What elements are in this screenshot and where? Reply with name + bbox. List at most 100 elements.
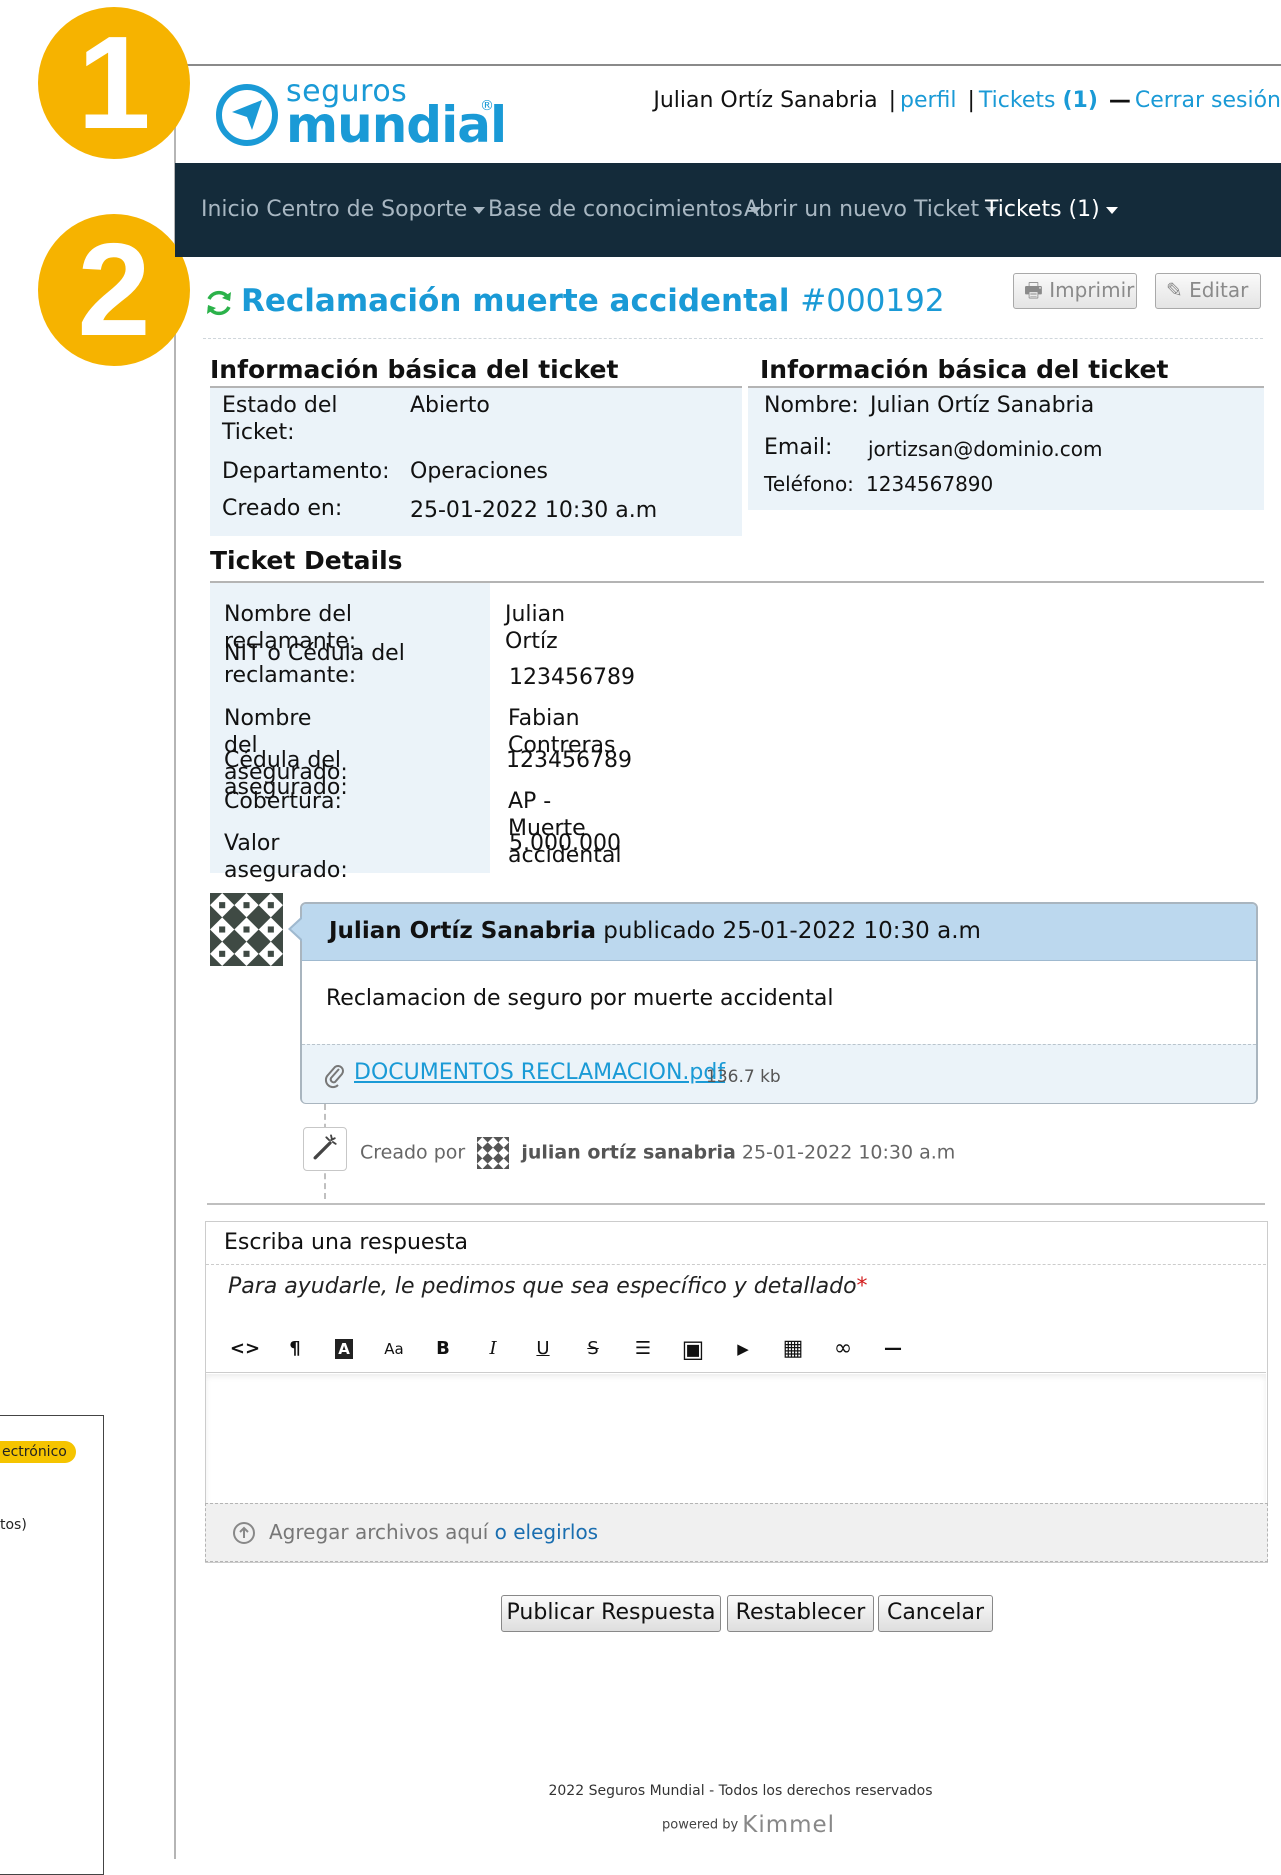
cancel-button[interactable]: Cancelar [878,1595,993,1632]
footer-copyright: 2022 Seguros Mundial - Todos los derecho… [548,1783,933,1799]
footer-powered-by[interactable]: powered by Kimmel [662,1812,835,1838]
print-button[interactable]: 🖶 Imprimir [1013,273,1137,309]
nav-item-new-ticket[interactable]: Abrir un nuevo Ticket [744,197,998,222]
code-view-icon[interactable]: <> [228,1334,262,1364]
image-icon[interactable]: ▣ [676,1334,710,1364]
left-panel-frame [0,1415,104,1875]
post-author: Julian Ortíz Sanabria [329,918,596,944]
upload-icon [233,1522,255,1544]
ticket-details-heading: Ticket Details [210,546,403,575]
editor-toolbar: <> ¶ A Aa B I U S ☰ ▣ ▶ ▦ ∞ — [206,1326,1266,1373]
edit-button[interactable]: ✎ Editar [1155,273,1261,309]
field-label: Teléfono: [764,472,854,496]
horizontal-rule-icon[interactable]: — [876,1334,910,1364]
event-user: julian ortíz sanabria [521,1141,736,1164]
field-label: Cobertura: [224,789,342,814]
field-label: Email: [764,435,833,460]
bold-icon[interactable]: B [426,1334,460,1364]
brand-logo[interactable]: seguros mundial ® [214,74,514,154]
post-attachments: DOCUMENTOS RECLAMACION.pdf 136.7 kb [302,1044,1256,1103]
nav-item-label: Tickets (1) [985,197,1100,222]
main-navbar: Inicio Centro de Soporte Base de conocim… [175,163,1281,257]
post-body: Reclamacion de seguro por muerte acciden… [326,986,834,1011]
contact-info-heading: Información básica del ticket [760,355,1169,384]
contact-name-value: Julian Ortíz Sanabria [870,393,1095,418]
required-marker: * [856,1274,868,1299]
nav-item-tickets[interactable]: Tickets (1) [985,197,1118,222]
ticket-number: #000192 [800,283,945,319]
ticket-title-text: Reclamación muerte accidental [241,283,790,319]
field-label: NIT o Cédula del reclamante: [224,641,405,688]
nav-item-label: Abrir un nuevo Ticket [744,197,980,222]
video-icon[interactable]: ▶ [726,1334,760,1364]
tickets-link[interactable]: Tickets (1) [979,88,1098,113]
user-bar-separator: | [967,88,975,113]
field-label: Nombre: [764,393,859,418]
printer-icon: 🖶 [1024,278,1043,302]
edit-icon: ✎ [1166,278,1183,302]
list-icon[interactable]: ☰ [626,1334,660,1364]
basic-info-heading: Información básica del ticket [210,355,619,384]
ticket-status-value: Abierto [410,393,490,418]
nav-item-label: Inicio Centro de Soporte [201,197,468,222]
italic-icon[interactable]: I [476,1334,510,1364]
reply-hint: Para ayudarle, le pedimos que sea especí… [228,1274,868,1299]
left-panel-fragment: tos) [0,1517,27,1533]
font-color-button[interactable]: A [327,1334,361,1364]
dropzone-text: Agregar archivos aquí o elegirlos [269,1520,598,1544]
link-icon[interactable]: ∞ [826,1334,860,1364]
paragraph-icon[interactable]: ¶ [278,1334,312,1364]
field-label: Valor asegurado: [224,831,348,883]
powered-by-brand: Kimmel [742,1812,836,1838]
attachment-size: 136.7 kb [706,1067,781,1087]
logout-link[interactable]: Cerrar sesión [1135,88,1281,113]
reply-hint-text: Para ayudarle, le pedimos que sea especí… [228,1274,857,1299]
claimant-name-value: Julian Ortíz [505,602,566,654]
user-bar-dash: — [1108,88,1131,113]
department-value: Operaciones [410,459,548,484]
field-label: Departamento: [222,459,390,484]
ticket-title: Reclamación muerte accidental #000192 [241,283,945,319]
tickets-link-label: Tickets [978,88,1056,113]
nav-item-knowledge-base[interactable]: Base de conocimientos [488,197,761,222]
created-at-value: 25-01-2022 10:30 a.m [410,498,658,523]
font-size-icon[interactable]: Aa [377,1334,411,1364]
user-bar-separator: | [888,88,896,113]
chevron-down-icon [1105,206,1118,214]
reset-button[interactable]: Restablecer [727,1595,874,1632]
table-icon[interactable]: ▦ [776,1334,810,1364]
post-author-line: Julian Ortíz Sanabria publicado 25-01-20… [329,918,981,944]
refresh-icon[interactable] [203,287,235,319]
title-divider [203,338,1263,339]
logo-text-main: mundial [286,96,507,154]
choose-files-link[interactable]: o elegirlos [495,1520,598,1544]
post-reply-button[interactable]: Publicar Respuesta [501,1595,721,1632]
event-date: 25-01-2022 10:30 a.m [741,1141,956,1164]
event-icon-box [303,1127,347,1171]
powered-by-label: powered by [662,1817,739,1833]
claimant-id-value: 123456789 [509,665,635,690]
underline-icon[interactable]: U [526,1334,560,1364]
print-button-label: Imprimir [1049,278,1135,302]
field-label: Estado del Ticket: [222,393,338,445]
left-panel-badge: ectrónico [0,1441,76,1463]
profile-link[interactable]: perfil [900,88,957,113]
page-top-rule [175,64,1281,66]
user-name: Julian Ortíz Sanabria [653,88,878,113]
dropzone-label: Agregar archivos aquí [269,1520,489,1544]
edit-button-label: Editar [1189,278,1249,302]
insured-amount-value: 5.000.000 [509,831,621,856]
magic-wand-icon [313,1134,337,1160]
reply-label: Escriba una respuesta [224,1230,468,1255]
file-dropzone[interactable]: Agregar archivos aquí o elegirlos [205,1503,1268,1562]
contact-info-table: Nombre: Julian Ortíz Sanabria Email: jor… [748,388,1264,510]
paperclip-icon [324,1065,344,1089]
step-badge-2: 2 [38,214,190,366]
contact-phone-value: 1234567890 [866,472,994,496]
nav-item-support-home[interactable]: Inicio Centro de Soporte [201,197,486,222]
attachment-link[interactable]: DOCUMENTOS RECLAMACION.pdf [354,1060,725,1085]
logo-registered-mark: ® [480,98,494,114]
nav-item-label: Base de conocimientos [488,197,743,222]
strikethrough-icon[interactable]: S [576,1334,610,1364]
chevron-down-icon [473,206,486,214]
